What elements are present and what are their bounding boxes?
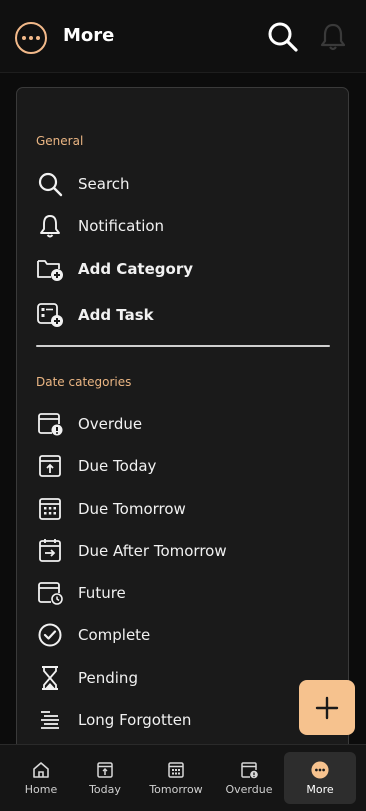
menu-item-add-category[interactable]: Add Category bbox=[36, 252, 336, 286]
calendar-alert-icon bbox=[240, 761, 258, 779]
menu-item-label: Long Forgotten bbox=[78, 711, 192, 729]
menu-item-label: Notification bbox=[78, 217, 165, 235]
menu-item-label: Due Tomorrow bbox=[78, 500, 186, 518]
menu-item-due-today[interactable]: Due Today bbox=[36, 449, 336, 483]
menu-item-label: Add Category bbox=[78, 260, 193, 278]
app-header: More bbox=[0, 0, 366, 73]
menu-item-due-tomorrow[interactable]: Due Tomorrow bbox=[36, 492, 336, 526]
section-divider bbox=[36, 345, 330, 347]
home-icon bbox=[32, 761, 50, 779]
menu-item-notification[interactable]: Notification bbox=[36, 209, 336, 243]
calendar-today-icon bbox=[96, 761, 114, 779]
calendar-clock-icon bbox=[36, 579, 64, 607]
menu-item-due-after-tomorrow[interactable]: Due After Tomorrow bbox=[36, 534, 336, 568]
nav-item-tomorrow[interactable]: Tomorrow bbox=[146, 745, 206, 811]
bell-icon[interactable] bbox=[319, 22, 347, 52]
calendar-today-icon bbox=[36, 452, 64, 480]
calendar-grid-icon bbox=[167, 761, 185, 779]
check-circle-icon bbox=[36, 621, 64, 649]
menu-item-add-task[interactable]: Add Task bbox=[36, 298, 336, 332]
hourglass-icon bbox=[36, 664, 64, 692]
menu-item-label: Future bbox=[78, 584, 126, 602]
menu-panel: General Search Notification Add Category… bbox=[16, 87, 349, 787]
folder-add-icon bbox=[36, 255, 64, 283]
calendar-arrow-icon bbox=[36, 537, 64, 565]
menu-item-label: Due Today bbox=[78, 457, 157, 475]
nav-item-overdue[interactable]: Overdue bbox=[222, 745, 276, 811]
nav-label: Tomorrow bbox=[149, 783, 203, 796]
bell-icon bbox=[36, 212, 64, 240]
menu-item-pending[interactable]: Pending bbox=[36, 661, 336, 695]
menu-item-label: Pending bbox=[78, 669, 138, 687]
menu-item-future[interactable]: Future bbox=[36, 576, 336, 610]
nav-label: More bbox=[306, 782, 334, 796]
section-title-general: General bbox=[36, 134, 84, 148]
more-dots-icon bbox=[311, 760, 329, 779]
menu-item-search[interactable]: Search bbox=[36, 167, 336, 201]
search-icon bbox=[36, 170, 64, 198]
nav-item-home[interactable]: Home bbox=[18, 745, 64, 811]
add-fab-button[interactable] bbox=[299, 680, 355, 735]
menu-item-label: Add Task bbox=[78, 306, 154, 324]
menu-item-label: Complete bbox=[78, 626, 151, 644]
nav-label: Overdue bbox=[225, 783, 273, 796]
menu-item-complete[interactable]: Complete bbox=[36, 618, 336, 652]
bottom-nav: Home Today Tomorrow Overdue More bbox=[0, 744, 366, 811]
menu-item-long-forgotten[interactable]: Long Forgotten bbox=[36, 703, 336, 737]
more-dots-icon[interactable] bbox=[15, 22, 47, 54]
menu-item-overdue[interactable]: Overdue bbox=[36, 407, 336, 441]
nav-item-more[interactable]: More bbox=[284, 752, 356, 804]
task-add-icon bbox=[36, 301, 64, 329]
lines-icon bbox=[36, 706, 64, 734]
section-title-dates: Date categories bbox=[36, 375, 132, 389]
calendar-alert-icon bbox=[36, 410, 64, 438]
nav-label: Today bbox=[89, 783, 121, 796]
plus-icon bbox=[315, 696, 339, 719]
menu-item-label: Search bbox=[78, 175, 130, 193]
search-icon[interactable] bbox=[266, 20, 300, 54]
menu-item-label: Due After Tomorrow bbox=[78, 542, 227, 560]
menu-item-label: Overdue bbox=[78, 415, 143, 433]
calendar-grid-icon bbox=[36, 495, 64, 523]
page-title: More bbox=[63, 25, 115, 46]
nav-label: Home bbox=[24, 783, 58, 796]
nav-item-today[interactable]: Today bbox=[84, 745, 126, 811]
